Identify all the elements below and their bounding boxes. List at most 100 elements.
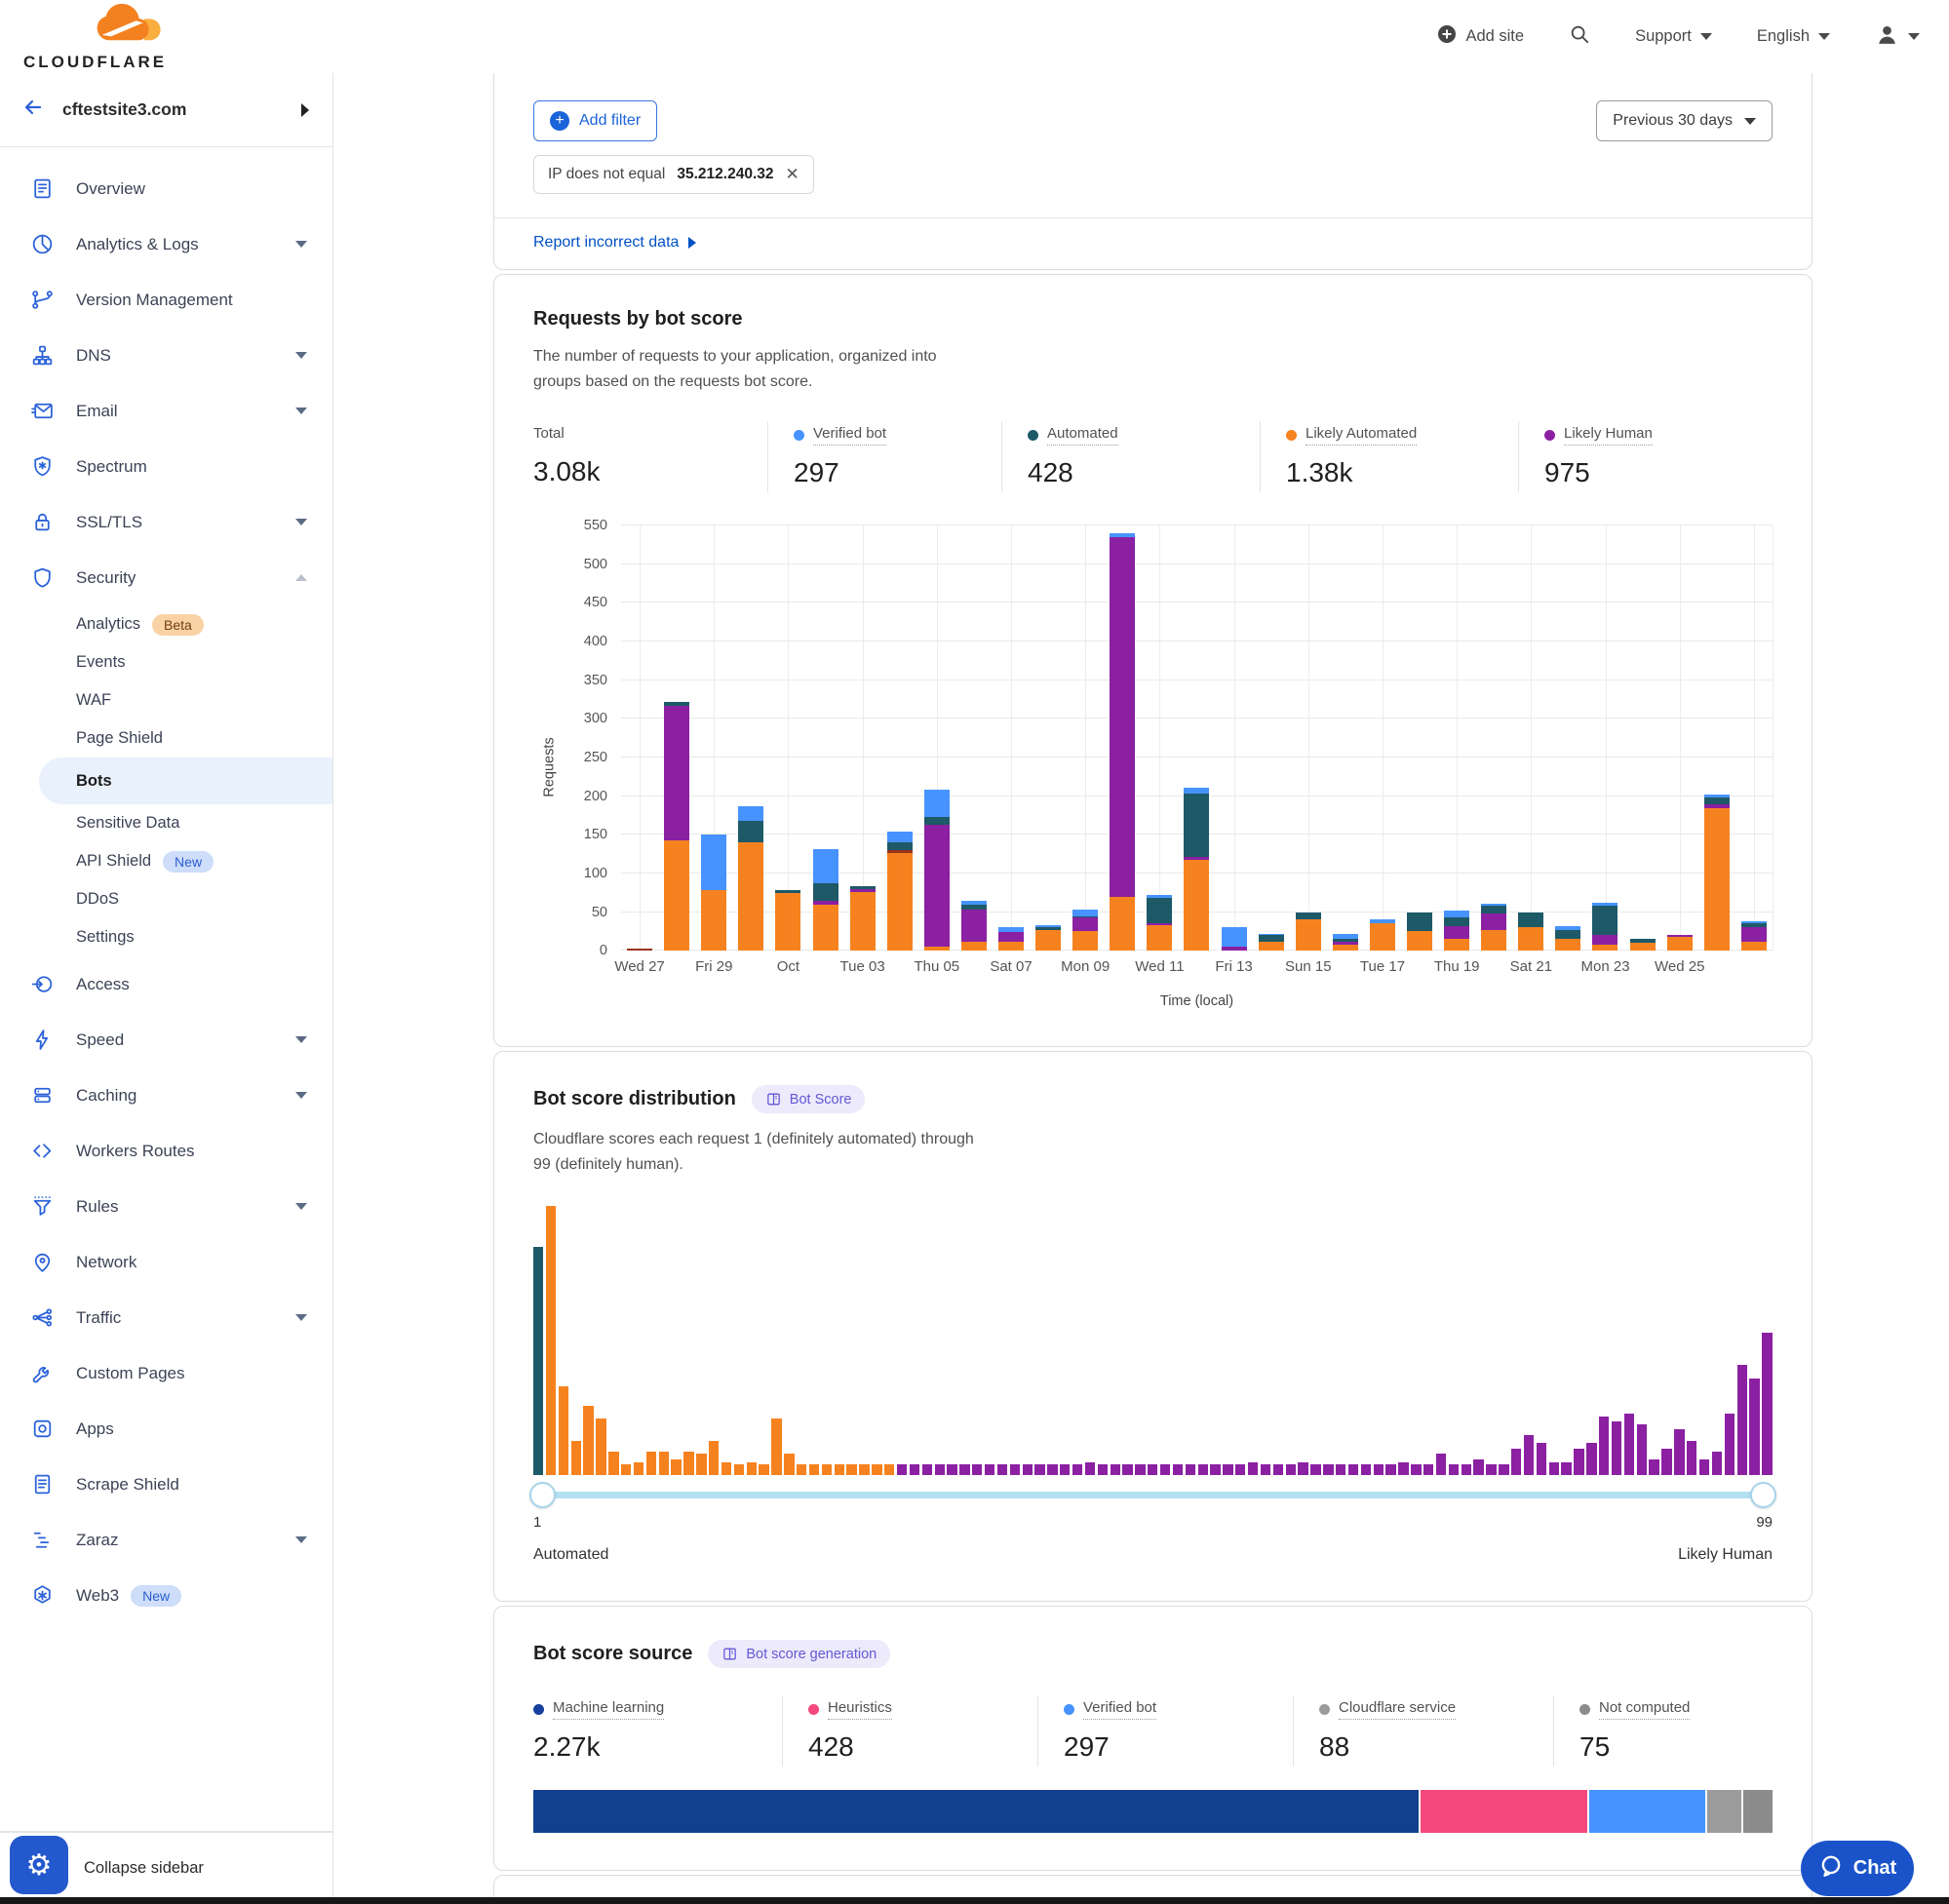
histogram-bar [1173, 1464, 1183, 1475]
add-filter-button[interactable]: + Add filter [533, 100, 657, 141]
chart-bar-segment-automated [813, 883, 838, 901]
sidebar-item-web3[interactable]: Web3New [0, 1568, 332, 1623]
slider-max-label: Likely Human [1678, 1546, 1773, 1564]
stat-label-text[interactable]: Not computed [1599, 1699, 1690, 1720]
date-range-dropdown[interactable]: Previous 30 days [1596, 100, 1773, 141]
sidebar-item-apps[interactable]: Apps [0, 1401, 332, 1457]
sidebar-item-spectrum[interactable]: Spectrum [0, 439, 332, 494]
sidebar-item-overview[interactable]: Overview [0, 161, 332, 216]
sidebar-item-analytics-logs[interactable]: Analytics & Logs [0, 216, 332, 272]
stat-label-text[interactable]: Verified bot [813, 425, 886, 446]
bot-score-badge[interactable]: Bot Score [752, 1085, 866, 1113]
sidebar-item-rules[interactable]: Rules [0, 1179, 332, 1234]
sidebar-item-bots[interactable]: Bots [39, 758, 332, 804]
legend-dot-icon [1319, 1704, 1330, 1715]
filter-chip[interactable]: IP does not equal 35.212.240.32 ✕ [533, 155, 814, 194]
report-incorrect-data-link[interactable]: Report incorrect data [533, 234, 696, 252]
stat-label-text[interactable]: Machine learning [553, 1699, 664, 1720]
sidebar-item-zaraz[interactable]: Zaraz [0, 1512, 332, 1568]
sidebar-item-ddos[interactable]: DDoS [0, 880, 332, 918]
stat-label: Cloudflare service [1319, 1699, 1456, 1720]
chevron-down-icon [295, 352, 307, 359]
gridline [1773, 525, 1774, 951]
stat-label-text[interactable]: Automated [1047, 425, 1118, 446]
site-switcher[interactable]: cftestsite3.com [0, 73, 332, 147]
chat-button[interactable]: Chat [1801, 1841, 1914, 1896]
stat-label-text[interactable]: Likely Human [1564, 425, 1653, 446]
chart-bar-segment-likely-automated [1444, 939, 1469, 951]
add-site-button[interactable]: Add site [1437, 24, 1524, 49]
analytics-icon [29, 232, 55, 257]
sidebar-item-ssl-tls[interactable]: SSL/TLS [0, 494, 332, 550]
histogram-bar [1624, 1414, 1634, 1475]
back-arrow-icon[interactable] [21, 96, 45, 124]
sidebar-item-security[interactable]: Security [0, 550, 332, 605]
remove-filter-icon[interactable]: ✕ [786, 165, 799, 184]
chart-bar [1407, 913, 1432, 952]
bot-score-generation-badge[interactable]: Bot score generation [708, 1640, 890, 1668]
chart-bar-segment-automated [1444, 917, 1469, 926]
chart-bar-segment-likely-automated [961, 942, 987, 952]
sidebar-item-custom-pages[interactable]: Custom Pages [0, 1345, 332, 1401]
sidebar-subitem-label: Analytics [76, 615, 140, 634]
histogram-bar [1436, 1454, 1446, 1475]
histogram-bar [1223, 1464, 1232, 1475]
stat-label-text[interactable]: Heuristics [828, 1699, 892, 1720]
cloudflare-wordmark: CLOUDFLARE [23, 53, 167, 72]
slider-handle-max[interactable] [1750, 1482, 1776, 1508]
chart-bar-segment-automated [1555, 930, 1580, 940]
chart-bar-slot [1401, 525, 1438, 951]
stat-label-text[interactable]: Likely Automated [1306, 425, 1417, 446]
slider-min-value: 1 [533, 1514, 541, 1531]
sidebar-item-email[interactable]: Email [0, 383, 332, 439]
chart-bar-slot [1141, 525, 1178, 951]
sidebar-item-label: Apps [76, 1419, 114, 1439]
stat-label-text[interactable]: Cloudflare service [1339, 1699, 1456, 1720]
sidebar-item-api-shield[interactable]: API ShieldNew [0, 842, 332, 880]
stat-label: Likely Automated [1286, 425, 1417, 446]
stat-verified-bot: Verified bot297 [1037, 1695, 1293, 1767]
histogram-bar [1499, 1464, 1508, 1475]
y-tick-label: 0 [600, 943, 607, 958]
sidebar-item-speed[interactable]: Speed [0, 1012, 332, 1068]
histogram-bar [1261, 1464, 1270, 1475]
sidebar-item-version-management[interactable]: Version Management [0, 272, 332, 328]
language-menu[interactable]: English [1757, 27, 1830, 46]
chart-bar-slot [1327, 525, 1364, 951]
chart-bar-segment-likely-automated [1592, 945, 1618, 951]
chart-bar-segment-likely-automated [1296, 919, 1321, 951]
chart-bar-slot [1475, 525, 1512, 951]
support-menu[interactable]: Support [1635, 27, 1712, 46]
account-menu[interactable] [1875, 22, 1920, 52]
y-tick-label: 100 [584, 866, 607, 881]
chart-bar-segment-likely-automated [1184, 860, 1209, 952]
histogram-bar [1462, 1464, 1471, 1475]
sidebar-item-sensitive-data[interactable]: Sensitive Data [0, 804, 332, 842]
sidebar-item-scrape-shield[interactable]: Scrape Shield [0, 1457, 332, 1512]
histogram-bar [1034, 1464, 1044, 1475]
y-tick-label: 500 [584, 557, 607, 572]
sidebar-item-caching[interactable]: Caching [0, 1068, 332, 1123]
sidebar-item-dns[interactable]: DNS [0, 328, 332, 383]
settings-gear-button[interactable]: ⚙ [10, 1836, 68, 1894]
stat-value: 88 [1319, 1731, 1553, 1763]
sidebar-item-access[interactable]: Access [0, 956, 332, 1012]
histogram-bar [822, 1464, 832, 1475]
sidebar-nav: OverviewAnalytics & LogsVersion Manageme… [0, 147, 332, 1832]
chart-bar-segment-automated [1518, 913, 1543, 927]
sidebar-item-analytics[interactable]: AnalyticsBeta [0, 605, 332, 643]
sidebar-item-page-shield[interactable]: Page Shield [0, 719, 332, 758]
stat-label-text[interactable]: Verified bot [1083, 1699, 1156, 1720]
sidebar-item-traffic[interactable]: Traffic [0, 1290, 332, 1345]
sidebar-item-label: Custom Pages [76, 1364, 185, 1383]
sidebar-item-events[interactable]: Events [0, 643, 332, 681]
chart-bar [1035, 925, 1061, 951]
sidebar-item-workers-routes[interactable]: Workers Routes [0, 1123, 332, 1179]
sidebar-item-network[interactable]: Network [0, 1234, 332, 1290]
search-button[interactable] [1569, 23, 1590, 50]
stat-label: Verified bot [1064, 1699, 1156, 1720]
sidebar-item-waf[interactable]: WAF [0, 681, 332, 719]
slider-handle-min[interactable] [529, 1482, 556, 1508]
histogram-bar [583, 1406, 593, 1476]
sidebar-item-settings[interactable]: Settings [0, 918, 332, 956]
